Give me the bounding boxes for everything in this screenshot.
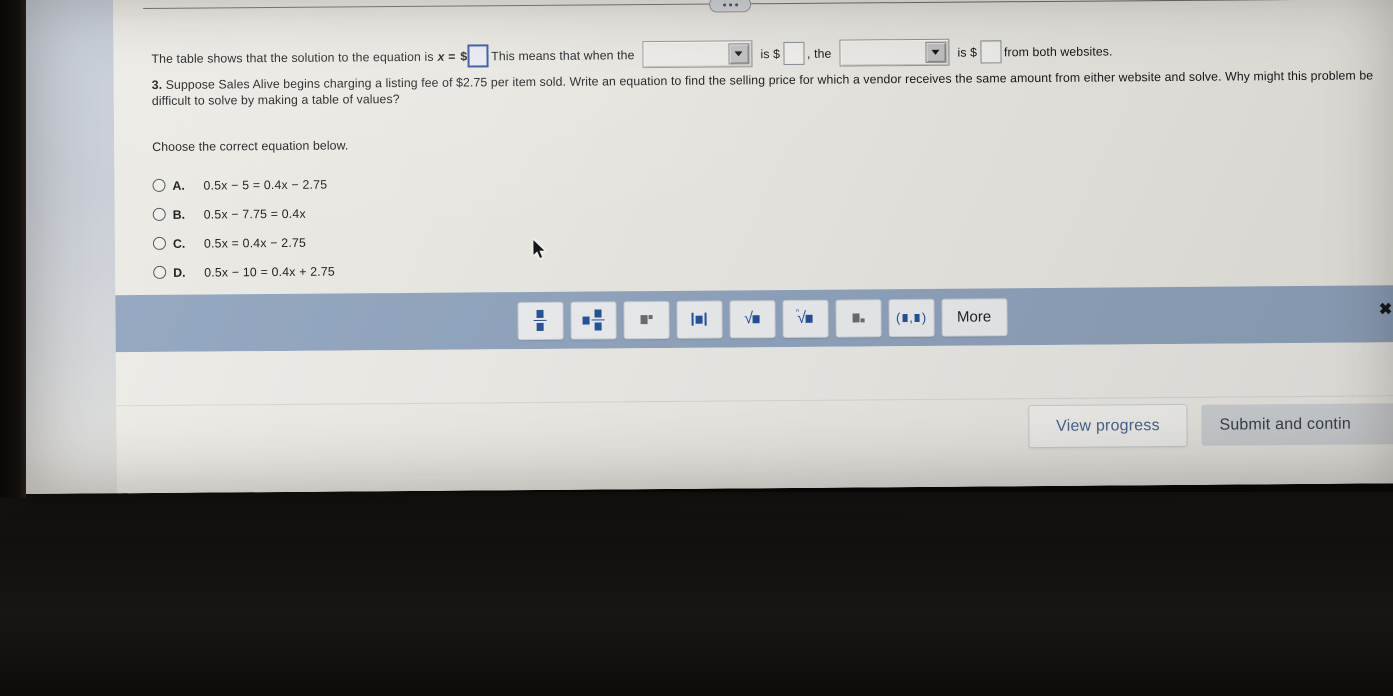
choose-prompt: Choose the correct equation below. xyxy=(152,138,349,154)
means-text: This means that when the xyxy=(491,47,635,63)
fraction-button[interactable] xyxy=(516,301,564,340)
desktop-background xyxy=(22,0,122,494)
ordered-pair-button[interactable]: (,) xyxy=(887,298,935,337)
dropdown-1[interactable] xyxy=(642,40,753,69)
subscript-button[interactable] xyxy=(834,298,882,338)
is-dollar-label-1: is $ xyxy=(760,46,781,61)
question-1-sentence: The table shows that the solution to the… xyxy=(151,37,1115,72)
divider-drag-handle[interactable] xyxy=(709,0,752,13)
radio-icon[interactable] xyxy=(152,207,166,221)
variable-label: x = xyxy=(437,49,456,64)
is-dollar-label-2: is $ xyxy=(957,45,978,60)
exponent-icon xyxy=(640,315,653,325)
subscript-icon xyxy=(852,313,865,323)
footer-actions: View progress Submit and contin xyxy=(1028,402,1393,449)
question-3-body: Suppose Sales Alive begins charging a li… xyxy=(151,68,1374,108)
view-progress-button[interactable]: View progress xyxy=(1028,403,1188,449)
answer-input-x[interactable] xyxy=(467,44,489,68)
chevron-down-icon[interactable] xyxy=(925,41,947,63)
answer-choice-a[interactable]: A. 0.5x − 5 = 0.4x − 2.75 xyxy=(152,170,334,200)
choice-equation: 0.5x − 5 = 0.4x − 2.75 xyxy=(203,177,328,193)
question-number: 3. xyxy=(151,77,163,92)
laptop-bezel-left xyxy=(0,0,26,498)
laptop-bezel-bottom: hp xyxy=(0,492,1393,696)
chevron-down-icon[interactable] xyxy=(728,43,750,65)
handle-dot xyxy=(728,2,732,6)
tail-text: from both websites. xyxy=(1003,43,1113,59)
submit-and-continue-button[interactable]: Submit and contin xyxy=(1201,403,1393,446)
comma-the-label: , the xyxy=(806,46,832,61)
dropdown-2[interactable] xyxy=(839,38,950,67)
question-body: The table shows that the solution to the… xyxy=(113,7,1393,296)
more-symbols-button[interactable]: More xyxy=(940,297,1008,337)
homework-app: The table shows that the solution to the… xyxy=(112,0,1393,494)
math-palette-toolbar: √ ⁿ √ (,) More xyxy=(115,285,1393,353)
nth-root-button[interactable]: ⁿ √ xyxy=(781,299,829,338)
choice-letter: B. xyxy=(172,207,186,222)
laptop-screen: The table shows that the solution to the… xyxy=(22,0,1393,494)
fraction-icon xyxy=(533,309,547,332)
square-root-button[interactable]: √ xyxy=(728,299,776,338)
choice-letter: C. xyxy=(172,236,186,251)
math-palette-buttons: √ ⁿ √ (,) More xyxy=(516,297,1008,340)
choice-equation: 0.5x = 0.4x − 2.75 xyxy=(203,235,307,251)
lead-text: The table shows that the solution to the… xyxy=(151,49,434,66)
handle-dot xyxy=(734,2,738,6)
answer-input-1[interactable] xyxy=(782,41,805,66)
handle-dot xyxy=(722,2,726,6)
choice-letter: D. xyxy=(173,265,186,280)
choice-equation: 0.5x − 7.75 = 0.4x xyxy=(203,206,306,222)
answer-choice-list: A. 0.5x − 5 = 0.4x − 2.75 B. 0.5x − 7.75… xyxy=(152,170,335,287)
radio-icon[interactable] xyxy=(153,265,167,279)
answer-choice-d[interactable]: D. 0.5x − 10 = 0.4x + 2.75 xyxy=(153,257,335,287)
laptop-photo: hp The table shows that the solution to … xyxy=(0,0,1393,696)
radio-icon[interactable] xyxy=(152,178,166,192)
choice-letter: A. xyxy=(172,178,185,193)
nth-root-icon: ⁿ √ xyxy=(796,307,813,327)
mixed-number-icon xyxy=(582,309,605,331)
close-icon[interactable]: ✖ xyxy=(1374,299,1393,321)
divider-line xyxy=(143,0,1389,10)
answer-choice-b[interactable]: B. 0.5x − 7.75 = 0.4x xyxy=(152,199,335,229)
absolute-value-icon xyxy=(691,312,707,326)
square-root-icon: √ xyxy=(744,310,760,327)
choice-equation: 0.5x − 10 = 0.4x + 2.75 xyxy=(204,264,335,280)
mixed-number-button[interactable] xyxy=(569,300,617,340)
ordered-pair-icon: (,) xyxy=(895,309,927,326)
exponent-button[interactable] xyxy=(622,300,670,339)
radio-icon[interactable] xyxy=(152,236,167,250)
answer-choice-c[interactable]: C. 0.5x = 0.4x − 2.75 xyxy=(152,228,335,258)
footer-area: View progress Submit and contin xyxy=(115,342,1393,494)
answer-input-2[interactable] xyxy=(979,40,1002,64)
question-3-text: 3. Suppose Sales Alive begins charging a… xyxy=(152,67,1382,109)
absolute-value-button[interactable] xyxy=(675,300,723,339)
